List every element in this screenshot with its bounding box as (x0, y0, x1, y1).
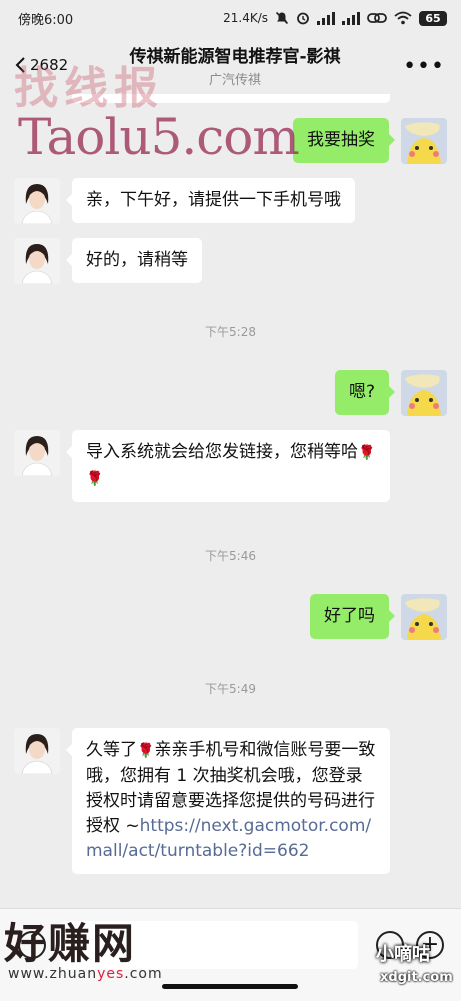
avatar-self[interactable] (401, 594, 447, 640)
avatar-agent[interactable] (14, 238, 60, 284)
rose-emoji-icon: 🌹 (137, 743, 155, 759)
woman-avatar-icon (14, 178, 60, 224)
chat-message-self: 我要抽奖 (293, 118, 447, 164)
message-bubble: 久等了🌹亲亲手机号和微信账号要一致哦，您拥有 1 次抽奖机会哦，您登录授权时请留… (66, 728, 390, 874)
avatar-agent[interactable] (14, 728, 60, 774)
chat-subtitle: 广汽传祺 (208, 73, 261, 88)
voice-button[interactable] (18, 931, 46, 959)
message-bubble: 好了吗 (310, 594, 395, 639)
home-indicator (162, 984, 298, 989)
more-button[interactable]: ••• (403, 54, 445, 79)
previous-message-bubble (72, 94, 390, 103)
message-text: 导入系统就会给您发链接，您稍等哈 (86, 442, 358, 462)
alarm-icon (297, 12, 309, 25)
avatar-agent[interactable] (14, 430, 60, 476)
pikachu-avatar-icon (401, 370, 447, 416)
message-bubble: 嗯? (334, 370, 396, 415)
signal-icon (317, 11, 335, 25)
avatar-self[interactable] (401, 370, 447, 416)
timestamp: 下午5:28 (205, 325, 256, 339)
signal-icon (342, 11, 360, 25)
woman-avatar-icon (14, 728, 60, 774)
status-bar: 傍晚6:00 21.4K/s 65 (0, 0, 461, 36)
unread-count: 2682 (30, 56, 69, 74)
message-input[interactable] (60, 921, 358, 969)
message-bubble: 导入系统就会给您发链接，您稍等哈🌹🌹 (66, 430, 390, 502)
emoji-button[interactable] (376, 931, 404, 959)
chat-header: 2682 传祺新能源智电推荐官-影祺 广汽传祺 ••• (0, 36, 461, 98)
pikachu-avatar-icon (401, 118, 447, 164)
battery-icon: 65 (419, 10, 447, 26)
status-icons: 21.4K/s 65 (223, 10, 447, 26)
chat-message-self: 嗯? (334, 370, 447, 416)
woman-avatar-icon (14, 430, 60, 476)
chat-message-other: 导入系统就会给您发链接，您稍等哈🌹🌹 (14, 430, 390, 502)
plus-button[interactable]: + (416, 931, 444, 959)
woman-avatar-icon (14, 238, 60, 284)
chevron-left-icon (15, 57, 25, 73)
message-text: 久等了 (86, 740, 137, 760)
wifi-icon (394, 11, 412, 25)
chat-title: 传祺新能源智电推荐官-影祺 (129, 47, 341, 67)
back-button[interactable]: 2682 (14, 56, 68, 74)
watermark-taolu: Taolu5.com (18, 108, 300, 166)
timestamp: 下午5:49 (205, 682, 256, 696)
network-speed: 21.4K/s (223, 11, 268, 25)
chat-message-self: 好了吗 (310, 594, 447, 640)
chat-message-other: 亲，下午好，请提供一下手机号哦 (14, 178, 355, 224)
avatar-agent[interactable] (14, 178, 60, 224)
mute-icon (275, 11, 289, 25)
pikachu-avatar-icon (401, 594, 447, 640)
status-time: 傍晚6:00 (18, 12, 74, 28)
timestamp: 下午5:46 (205, 549, 256, 563)
avatar-self[interactable] (401, 118, 447, 164)
message-bubble: 亲，下午好，请提供一下手机号哦 (66, 178, 355, 223)
chat-message-other: 久等了🌹亲亲手机号和微信账号要一致哦，您拥有 1 次抽奖机会哦，您登录授权时请留… (14, 728, 390, 874)
chat-message-other: 好的，请稍等 (14, 238, 202, 284)
message-bubble: 好的，请稍等 (66, 238, 202, 283)
link-icon (367, 13, 387, 23)
message-bubble: 我要抽奖 (293, 118, 395, 163)
